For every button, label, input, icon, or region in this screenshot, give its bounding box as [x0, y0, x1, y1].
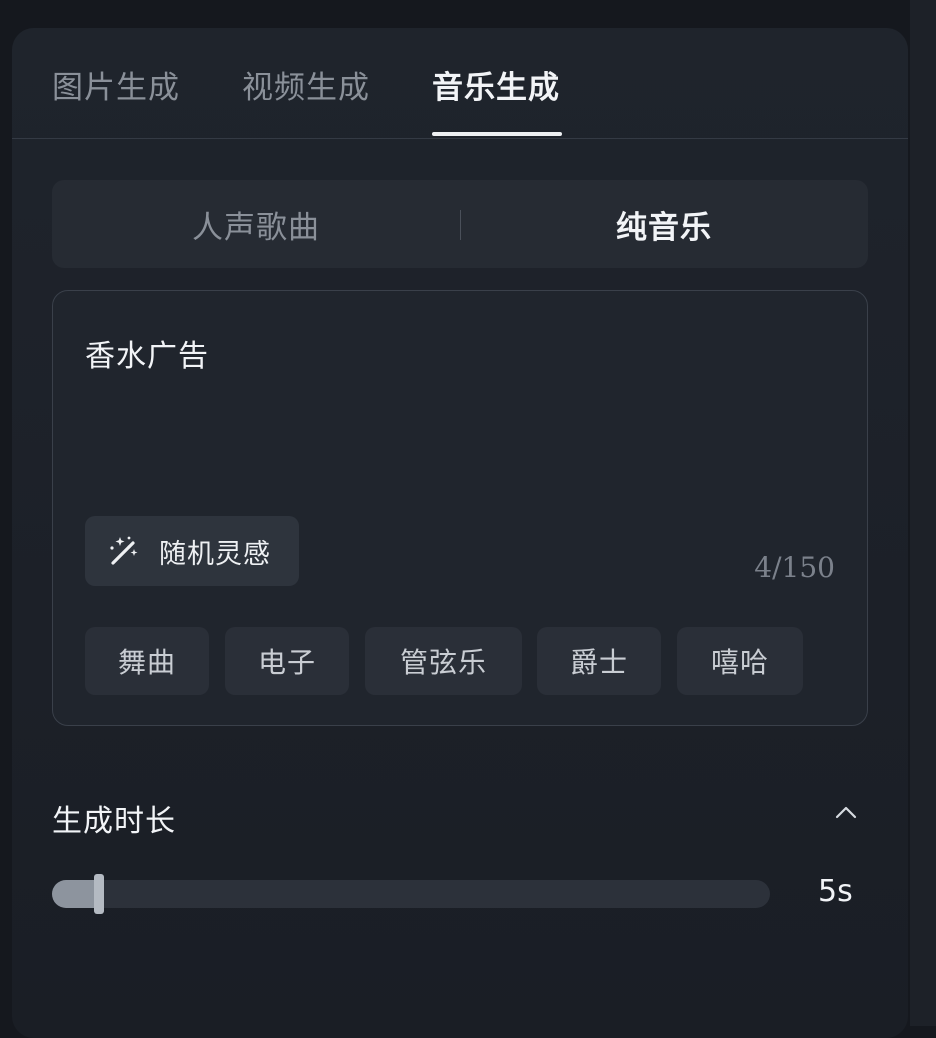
chevron-up-icon[interactable]	[830, 796, 862, 828]
style-tag-orchestral[interactable]: 管弦乐	[365, 627, 522, 695]
style-tag-hiphop[interactable]: 嘻哈	[677, 627, 803, 695]
style-tag-jazz[interactable]: 爵士	[537, 627, 661, 695]
style-tag-dance[interactable]: 舞曲	[85, 627, 209, 695]
duration-title: 生成时长	[52, 804, 176, 839]
prompt-input-box[interactable]: 香水广告 随机灵感 4/150 舞曲 电子 管弦乐 爵士 嘻哈	[52, 290, 868, 726]
tab-image-generation[interactable]: 图片生成	[52, 62, 180, 107]
duration-slider-handle[interactable]	[94, 874, 104, 914]
mode-option-instrumental[interactable]: 纯音乐	[460, 180, 868, 268]
generation-type-tabs: 图片生成 视频生成 音乐生成	[12, 28, 908, 139]
tab-video-generation[interactable]: 视频生成	[242, 62, 370, 107]
prompt-text[interactable]: 香水广告	[85, 331, 209, 375]
tab-music-generation[interactable]: 音乐生成	[432, 62, 560, 107]
generation-panel: 图片生成 视频生成 音乐生成 人声歌曲 纯音乐 香水广告 随机灵感 4/150 …	[12, 28, 908, 1038]
magic-wand-icon	[110, 536, 138, 565]
duration-value: 5s	[818, 874, 853, 909]
random-inspiration-label: 随机灵感	[159, 538, 271, 570]
music-mode-switch: 人声歌曲 纯音乐	[52, 180, 868, 268]
duration-slider[interactable]	[52, 874, 770, 914]
random-inspiration-button[interactable]: 随机灵感	[85, 516, 299, 586]
mode-option-vocal-song[interactable]: 人声歌曲	[52, 180, 460, 268]
adjacent-panel-edge	[910, 0, 936, 1026]
character-count: 4/150	[754, 551, 835, 584]
active-tab-indicator	[432, 132, 562, 136]
style-tag-electronic[interactable]: 电子	[225, 627, 349, 695]
duration-slider-fill	[52, 880, 100, 908]
